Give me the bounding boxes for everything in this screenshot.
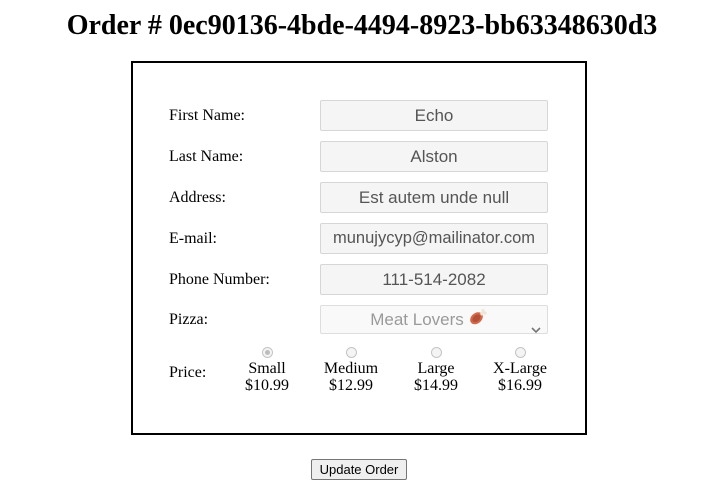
last-name-row: Last Name: Alston [169,141,555,172]
email-field[interactable]: munujycyp@mailinator.com [320,223,548,254]
first-name-field[interactable]: Echo [320,100,548,131]
phone-row: Phone Number: 111-514-2082 [169,264,555,295]
pizza-label: Pizza: [169,311,209,328]
price-label: Price: [169,364,207,381]
size-name: Large [417,360,455,377]
price-option-medium[interactable]: Medium $12.99 [311,347,391,394]
price-option-x-large[interactable]: X-Large $16.99 [480,347,560,394]
first-name-label: First Name: [169,107,245,124]
order-form: First Name: Echo Last Name: Alston Addre… [131,61,587,435]
page-title: Order # 0ec90136-4bde-4494-8923-bb633486… [66,10,658,41]
first-name-row: First Name: Echo [169,100,555,131]
email-label: E-mail: [169,230,217,247]
size-price: $12.99 [329,377,373,394]
size-price: $10.99 [245,377,289,394]
address-field[interactable]: Est autem unde null [320,182,548,213]
phone-label: Phone Number: [169,271,270,288]
last-name-label: Last Name: [169,148,244,165]
update-order-button[interactable]: Update Order [311,459,407,480]
address-row: Address: Est autem unde null [169,182,555,213]
price-option-large[interactable]: Large $14.99 [396,347,476,394]
radio-large[interactable] [430,347,442,358]
email-row: E-mail: munujycyp@mailinator.com [169,223,555,254]
size-price: $16.99 [498,377,542,394]
radio-small[interactable] [261,347,273,358]
pizza-select[interactable]: Meat Lovers [320,305,548,334]
size-name: Medium [323,360,379,377]
meat-on-bone-icon [468,307,488,335]
last-name-field[interactable]: Alston [320,141,548,172]
chevron-down-icon [531,315,541,342]
size-name: Small [248,360,286,377]
size-name: X-Large [493,360,547,377]
radio-medium[interactable] [345,347,357,358]
pizza-row: Pizza: Meat Lovers [169,302,555,334]
price-option-small[interactable]: Small $10.99 [227,347,307,394]
pizza-select-value: Meat Lovers [370,310,464,329]
address-label: Address: [169,189,226,206]
radio-x-large[interactable] [514,347,526,358]
size-price: $14.99 [414,377,458,394]
phone-field[interactable]: 111-514-2082 [320,264,548,295]
